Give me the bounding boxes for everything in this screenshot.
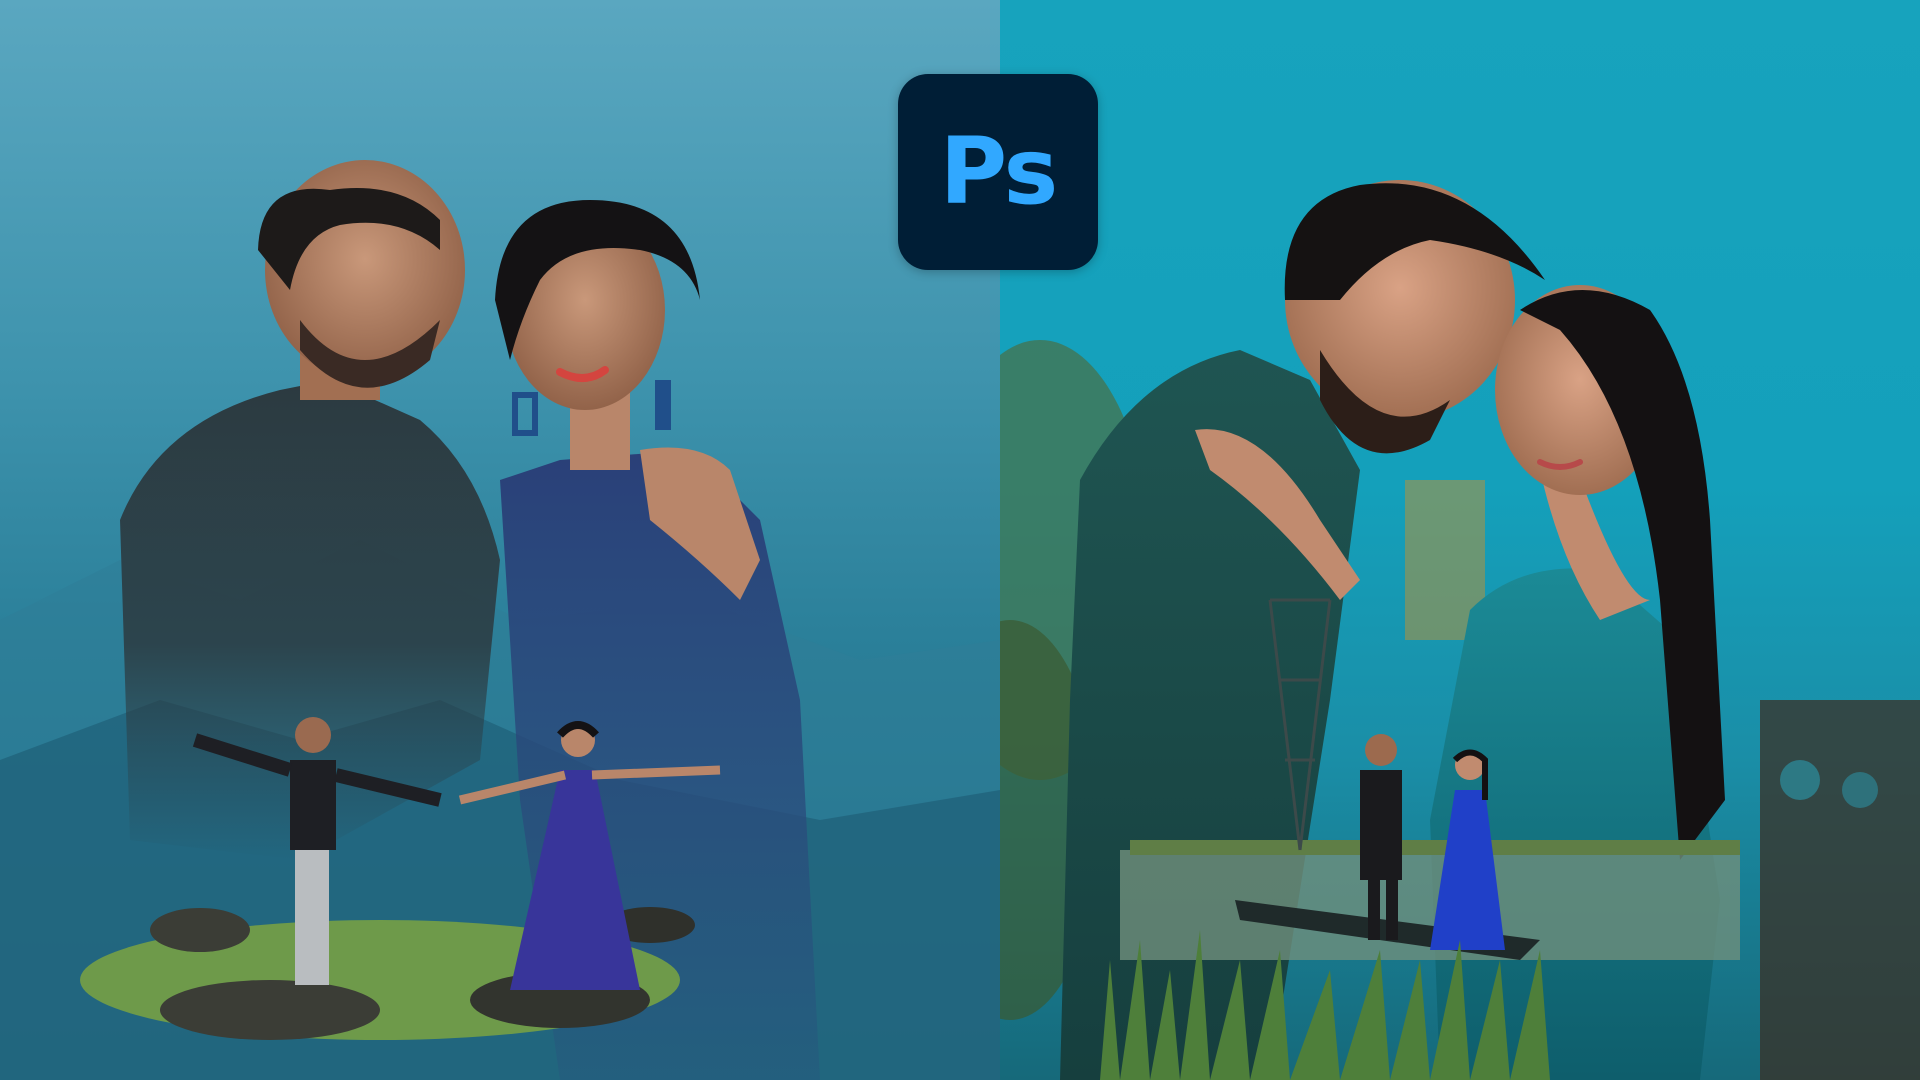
logo-text: Ps bbox=[939, 118, 1059, 225]
man-portrait bbox=[120, 160, 500, 860]
photoshop-app-icon: Ps bbox=[898, 74, 1098, 270]
left-photo-art bbox=[0, 160, 1000, 1080]
right-photo-art bbox=[1000, 180, 1920, 1080]
left-photo bbox=[0, 0, 1000, 1080]
right-photo bbox=[1000, 0, 1920, 1080]
